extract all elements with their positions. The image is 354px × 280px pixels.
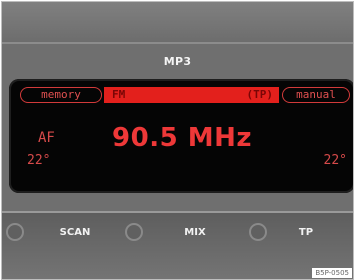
radio-panel: MP3 memory FM (TP) manual AF 90.5 MHz 22… bbox=[1, 1, 354, 280]
temperature-left: 22° bbox=[27, 153, 51, 168]
figure-code: B5P-0505 bbox=[312, 268, 352, 278]
softkey-row: SCAN MIX TP bbox=[2, 213, 353, 279]
frequency-readout: 90.5 MHz bbox=[112, 123, 252, 153]
manual-indicator: manual bbox=[282, 87, 350, 103]
display-top-row: memory FM (TP) manual bbox=[20, 87, 350, 103]
band-selection-bar: FM (TP) bbox=[104, 87, 279, 103]
memory-indicator: memory bbox=[20, 87, 102, 103]
source-label: MP3 bbox=[163, 55, 192, 68]
temperature-right: 22° bbox=[323, 153, 347, 168]
radio-display: memory FM (TP) manual AF 90.5 MHz 22° 22… bbox=[9, 79, 353, 193]
scan-button[interactable]: SCAN bbox=[15, 213, 135, 257]
panel-top-band bbox=[2, 2, 353, 44]
tp-indicator: (TP) bbox=[246, 88, 274, 101]
tp-button[interactable]: TP bbox=[256, 213, 353, 257]
bezel-edge bbox=[2, 42, 353, 44]
mix-button[interactable]: MIX bbox=[135, 213, 255, 257]
band-label: FM bbox=[112, 88, 126, 101]
